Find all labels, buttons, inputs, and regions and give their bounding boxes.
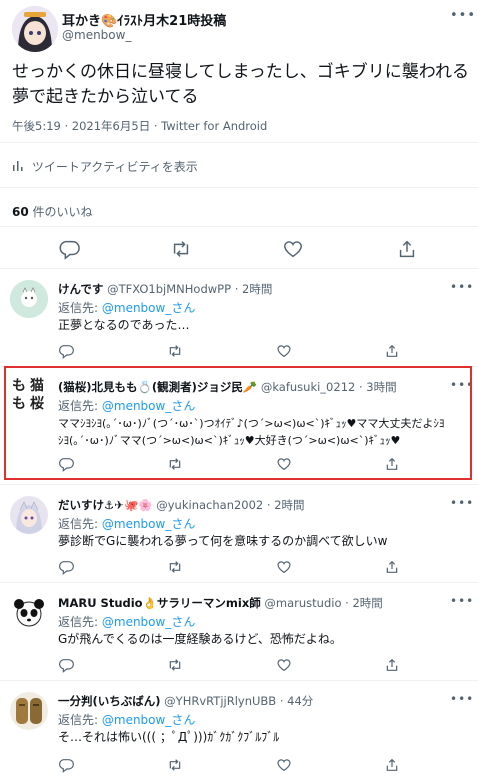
analytics-bars-icon [12, 160, 32, 174]
likes-label: 件のいいね [32, 205, 93, 219]
reply-text: そ…それは怖い((( ；ﾟДﾟ)))ｶﾞｸｶﾞｸﾌﾞﾙﾌﾞﾙ [58, 730, 280, 744]
author-handle[interactable]: @menbow_ [62, 28, 131, 42]
tweet-activity-link[interactable]: ツイートアクティビティを表示 [12, 158, 198, 175]
retweet-icon[interactable] [170, 238, 192, 260]
reply-author-name[interactable]: だいすけ⚓✈🐙🌸 [58, 498, 153, 512]
more-dots-icon[interactable]: ••• [450, 692, 474, 706]
reply-author-handle[interactable]: @TFXO1bjMNHodwPP [107, 282, 231, 296]
divider [0, 142, 478, 143]
author-name[interactable]: 耳かき🎨ｲﾗｽﾄ月木21時投稿 [62, 10, 226, 29]
retweet-icon[interactable] [167, 559, 183, 575]
reply-bubble-icon[interactable] [58, 657, 74, 673]
reply-time[interactable]: 2時間 [242, 282, 272, 296]
activity-label: ツイートアクティビティを表示 [31, 160, 198, 174]
reply-bubble-icon[interactable] [58, 343, 74, 359]
reply-to-prefix: 返信先: [58, 301, 99, 315]
share-icon[interactable] [384, 757, 400, 773]
share-icon[interactable] [384, 343, 400, 359]
reply-tweet[interactable]: 一分判(いちぶばん) @YHRvRTjjRlynUBB · 44分 ••• 返信… [0, 680, 478, 782]
reply-author-handle[interactable]: @yukinachan2002 [156, 498, 263, 512]
reply-to-prefix: 返信先: [58, 713, 99, 727]
share-icon[interactable] [396, 238, 418, 260]
reply-text: 正夢となるのであった… [58, 318, 190, 332]
reply-to-handle[interactable]: @menbow_さん [102, 615, 195, 629]
share-icon[interactable] [384, 657, 400, 673]
reply-to-prefix: 返信先: [58, 517, 99, 531]
reply-to-handle[interactable]: @menbow_さん [102, 517, 195, 531]
reply-bubble-icon[interactable] [58, 559, 74, 575]
retweet-icon[interactable] [167, 657, 183, 673]
reply-author-handle[interactable]: @marustudio [264, 596, 341, 610]
avatar[interactable] [10, 594, 48, 632]
reply-bubble-icon[interactable] [58, 238, 80, 260]
divider [0, 187, 478, 188]
heart-icon[interactable] [276, 343, 292, 359]
tweet-meta[interactable]: 午後5:19 · 2021年6月5日 · Twitter for Android [12, 118, 267, 134]
avatar[interactable] [10, 692, 48, 730]
highlight-box [4, 366, 472, 480]
reply-author-name[interactable]: けんです [58, 282, 103, 296]
heart-icon[interactable] [276, 559, 292, 575]
more-dots-icon[interactable]: ••• [450, 8, 476, 23]
share-icon[interactable] [384, 559, 400, 575]
avatar[interactable] [10, 496, 48, 534]
likes-count: 60 [12, 205, 29, 219]
reply-bubble-icon[interactable] [58, 757, 74, 773]
reply-time[interactable]: 44分 [287, 694, 313, 708]
reply-tweet[interactable]: MARU Studio👌サラリーマンmix師 @marustudio · 2時間… [0, 582, 478, 680]
reply-tweet[interactable]: だいすけ⚓✈🐙🌸 @yukinachan2002 · 2時間 ••• 返信先: … [0, 484, 478, 582]
reply-time[interactable]: 2時間 [352, 596, 382, 610]
tweet-text: せっかくの休日に昼寝してしまったし、ゴキブリに襲われる夢で起きたから泣いてる [12, 62, 469, 107]
reply-author-handle[interactable]: @YHRvRTjjRlynUBB [164, 694, 276, 708]
reply-to-handle[interactable]: @menbow_さん [102, 301, 195, 315]
reply-to-prefix: 返信先: [58, 615, 99, 629]
reply-to-handle[interactable]: @menbow_さん [102, 713, 195, 727]
retweet-icon[interactable] [167, 757, 183, 773]
heart-icon[interactable] [276, 657, 292, 673]
more-dots-icon[interactable]: ••• [450, 496, 474, 510]
reply-author-name[interactable]: 一分判(いちぶばん) [58, 694, 161, 708]
reply-text: Gが飛んでくるのは一度経験あるけど、恐怖だよね。 [58, 632, 342, 646]
likes-count-link[interactable]: 60 件のいいね [12, 203, 93, 220]
reply-author-name[interactable]: MARU Studio👌サラリーマンmix師 [58, 596, 261, 610]
heart-icon[interactable] [282, 238, 304, 260]
reply-time[interactable]: 2時間 [274, 498, 304, 512]
heart-icon[interactable] [276, 757, 292, 773]
avatar[interactable] [10, 280, 48, 318]
reply-tweet[interactable]: けんです @TFXO1bjMNHodwPP · 2時間 ••• 返信先: @me… [0, 268, 478, 366]
more-dots-icon[interactable]: ••• [450, 280, 474, 294]
divider [0, 226, 478, 227]
retweet-icon[interactable] [167, 343, 183, 359]
author-avatar[interactable] [12, 6, 58, 52]
reply-text: 夢診断でGに襲われる夢って何を意味するのか調べて欲しいw [58, 534, 388, 548]
more-dots-icon[interactable]: ••• [450, 594, 474, 608]
